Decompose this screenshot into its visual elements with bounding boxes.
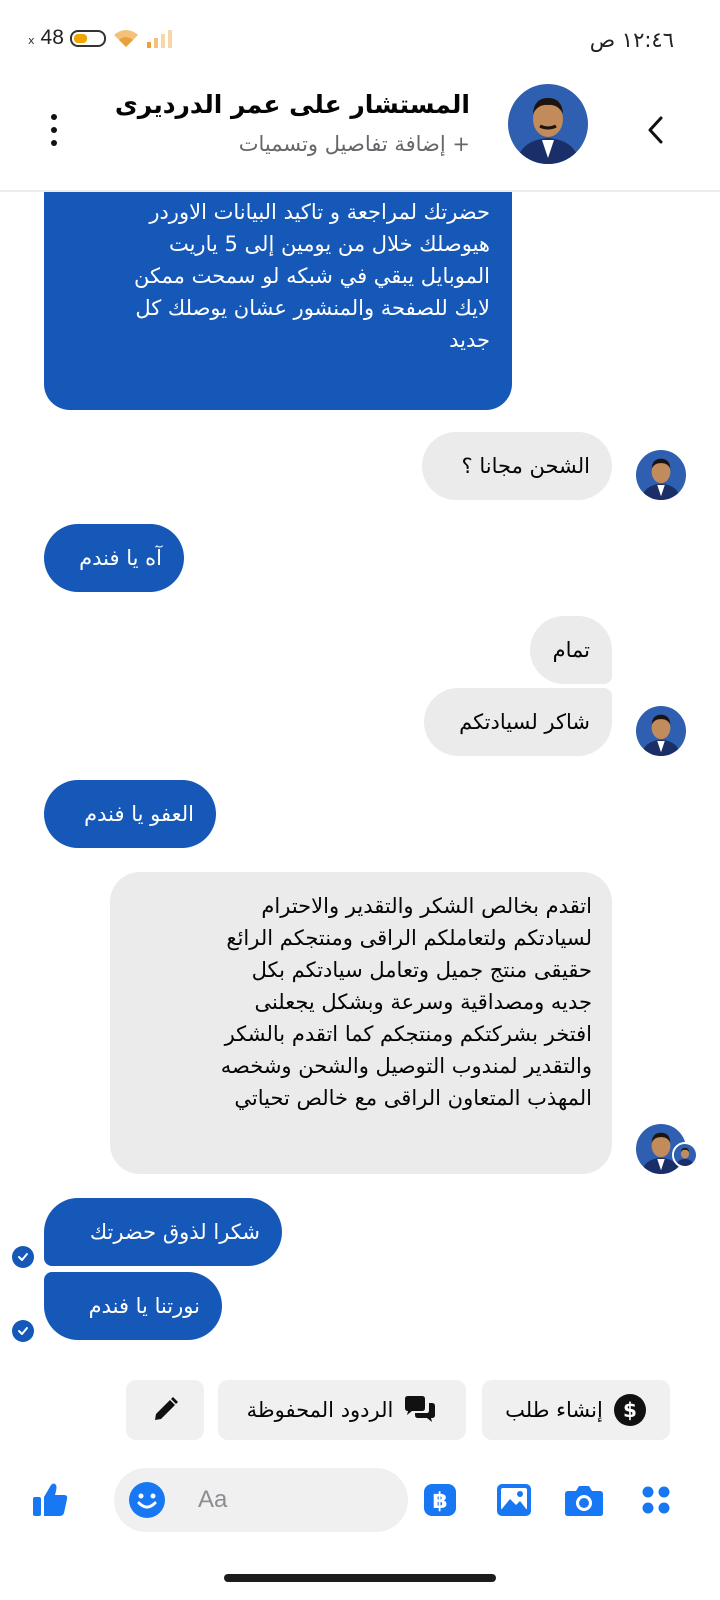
message-text-line: جديد xyxy=(449,328,490,352)
image-icon xyxy=(497,1484,531,1516)
message-text-line: حضرتك لمراجعة و تاكيد البيانات الاوردر xyxy=(149,200,490,224)
message-input-container[interactable] xyxy=(114,1468,408,1532)
message-text-line: جديه ومصداقية وسرعة وبشكل يجعلنى xyxy=(254,990,592,1014)
message-bubble-outgoing[interactable]: نورتنا يا فندم xyxy=(44,1272,222,1340)
emoji-icon xyxy=(129,1482,165,1518)
create-order-button[interactable]: $ إنشاء طلب xyxy=(482,1380,670,1440)
message-text-line: نورتنا يا فندم xyxy=(88,1294,200,1318)
saved-replies-button[interactable]: الردود المحفوظة xyxy=(218,1380,466,1440)
thumbs-up-icon xyxy=(33,1483,68,1516)
read-receipt-avatar xyxy=(672,1142,698,1168)
person-avatar-icon xyxy=(636,450,686,500)
message-text-line: العفو يا فندم xyxy=(84,802,194,826)
camera-button[interactable] xyxy=(562,1478,606,1522)
status-indicators: x 48 xyxy=(28,26,172,50)
conversation-header: المستشار على عمر الدرديرى + إضافة تفاصيل… xyxy=(0,80,720,192)
message-input[interactable] xyxy=(198,1476,388,1524)
menu-button[interactable] xyxy=(634,1478,678,1522)
more-options-button[interactable] xyxy=(42,110,66,150)
person-avatar-icon xyxy=(674,1144,696,1166)
dot-icon xyxy=(51,114,57,120)
status-time: ١٢:٤٦ ص xyxy=(589,28,674,52)
sender-avatar[interactable] xyxy=(636,706,686,756)
contact-name[interactable]: المستشار على عمر الدرديرى xyxy=(115,90,470,119)
sent-check-icon xyxy=(12,1246,34,1268)
edit-button[interactable] xyxy=(126,1380,204,1440)
message-bubble-outgoing[interactable]: آه يا فندم xyxy=(44,524,184,592)
message-text-line: الشحن مجانا ؟ xyxy=(461,454,590,478)
add-details-link[interactable]: + إضافة تفاصيل وتسميات xyxy=(239,132,470,156)
message-text-line: شاكر لسيادتكم xyxy=(459,710,590,734)
message-text-line: آه يا فندم xyxy=(79,546,162,570)
emoji-button[interactable] xyxy=(128,1481,166,1519)
pencil-icon xyxy=(148,1393,182,1427)
message-text-line: شكرا لذوق حضرتك xyxy=(89,1220,260,1244)
saved-replies-label: الردود المحفوظة xyxy=(246,1398,394,1422)
composer-bar: ฿ xyxy=(0,1462,720,1542)
cell-signal-icon xyxy=(146,30,172,48)
message-text-line: اتقدم بخالص الشكر والتقدير والاحترام xyxy=(261,894,592,918)
sender-avatar[interactable] xyxy=(636,450,686,500)
home-indicator[interactable] xyxy=(224,1574,496,1582)
payment-button[interactable]: ฿ xyxy=(418,1478,462,1522)
svg-text:$: $ xyxy=(623,1398,637,1422)
four-dots-icon xyxy=(642,1486,670,1514)
message-text-line: والتقدير لمندوب التوصيل والشحن وشخصه xyxy=(220,1054,592,1078)
gallery-button[interactable] xyxy=(492,1478,536,1522)
message-text-line: المهذب المتعاون الراقى مع خالص تحياتي xyxy=(234,1086,592,1110)
dollar-icon: $ xyxy=(613,1393,647,1427)
battery-icon xyxy=(69,29,106,47)
wifi-icon xyxy=(113,30,138,47)
person-avatar-icon xyxy=(508,84,588,164)
like-button[interactable] xyxy=(28,1478,72,1522)
status-bar: x 48 ١٢:٤٦ ص xyxy=(0,0,720,80)
message-text-line: افتخر بشركتكم ومنتجكم كما اتقدم بالشكر xyxy=(224,1022,592,1046)
svg-text:฿: ฿ xyxy=(432,1489,447,1514)
dot-icon xyxy=(51,127,57,133)
message-text-line: الموبايل يبقي في شبكه لو سمحت ممكن xyxy=(133,264,490,288)
back-button[interactable] xyxy=(636,110,676,150)
battery-level: 48 xyxy=(40,26,64,49)
message-text-line: لسيادتكم ولتعاملكم الراقى ومنتجكم الرائع xyxy=(226,926,592,950)
message-bubble-incoming[interactable]: الشحن مجانا ؟ xyxy=(422,432,612,500)
message-bubble-incoming[interactable]: تمام xyxy=(530,616,612,684)
camera-icon xyxy=(565,1486,603,1516)
dot-icon xyxy=(51,140,57,146)
message-list[interactable]: حضرتك لمراجعة و تاكيد البيانات الاوردر ه… xyxy=(0,192,720,1372)
create-order-label: إنشاء طلب xyxy=(505,1398,603,1422)
message-bubble-outgoing[interactable]: حضرتك لمراجعة و تاكيد البيانات الاوردر ه… xyxy=(44,192,512,410)
message-bubble-incoming[interactable]: شاكر لسيادتكم xyxy=(424,688,612,756)
signal-x-label: x xyxy=(28,33,35,47)
contact-avatar[interactable] xyxy=(508,84,588,164)
message-text-line: تمام xyxy=(552,638,590,662)
chat-bubbles-icon xyxy=(403,1393,437,1427)
message-bubble-outgoing[interactable]: شكرا لذوق حضرتك xyxy=(44,1198,282,1266)
person-avatar-icon xyxy=(636,706,686,756)
message-text-line: حقيقى منتج جميل وتعامل سيادتكم بكل xyxy=(251,958,592,982)
message-bubble-outgoing[interactable]: العفو يا فندم xyxy=(44,780,216,848)
message-bubble-incoming[interactable]: اتقدم بخالص الشكر والتقدير والاحترام لسي… xyxy=(110,872,612,1174)
chevron-left-icon xyxy=(648,116,663,144)
currency-icon: ฿ xyxy=(424,1484,456,1516)
message-text-line: لايك للصفحة والمنشور عشان يوصلك كل xyxy=(135,296,490,320)
sent-check-icon xyxy=(12,1320,34,1342)
message-text-line: هيوصلك خلال من يومين إلى 5 ياريت xyxy=(168,232,490,256)
